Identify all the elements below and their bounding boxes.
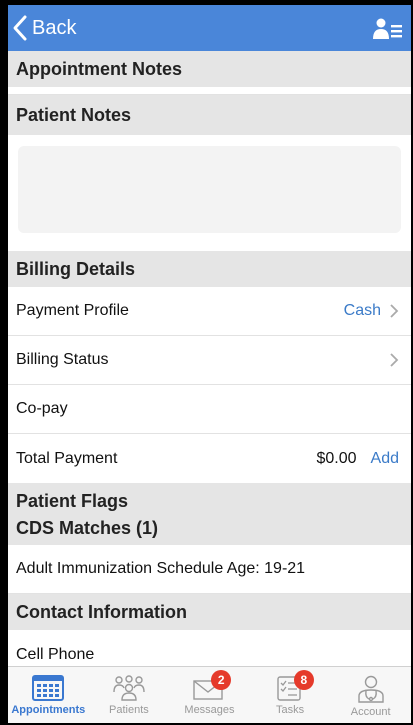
tasks-badge: 8	[293, 670, 314, 690]
appointment-notes-box[interactable]	[8, 87, 411, 95]
patient-notes-area	[8, 135, 411, 251]
total-payment-value: $0.00	[316, 449, 357, 467]
tab-label: Patients	[109, 704, 149, 716]
chevron-right-icon	[390, 304, 399, 318]
cell-phone-row[interactable]: Cell Phone	[8, 630, 411, 666]
tab-messages[interactable]: 2 Messages	[169, 667, 250, 723]
payment-profile-value: Cash	[343, 302, 381, 319]
section-cds-matches: CDS Matches (1)	[8, 515, 411, 545]
section-patient-notes: Patient Notes	[8, 95, 411, 135]
section-contact-information: Contact Information	[8, 594, 411, 630]
tab-account[interactable]: Account	[330, 667, 411, 723]
people-icon	[113, 675, 145, 701]
section-patient-flags: Patient Flags	[8, 483, 411, 515]
tab-label: Appointments	[11, 704, 86, 716]
tab-label: Tasks	[276, 704, 305, 716]
tab-appointments[interactable]: Appointments	[8, 667, 89, 723]
section-appointment-notes: Appointment Notes	[8, 51, 411, 87]
billing-status-label: Billing Status	[16, 351, 109, 368]
nav-bar: Back	[8, 5, 411, 51]
cds-match-item[interactable]: Adult Immunization Schedule Age: 19-21	[8, 545, 411, 594]
payment-profile-label: Payment Profile	[16, 302, 129, 319]
patient-notes-input[interactable]	[18, 146, 401, 233]
tab-tasks[interactable]: 8 Tasks	[250, 667, 331, 723]
back-label: Back	[32, 16, 77, 39]
messages-badge: 2	[211, 670, 232, 690]
section-billing-details: Billing Details	[8, 251, 411, 287]
add-payment-button[interactable]: Add	[371, 450, 399, 468]
calendar-icon	[32, 675, 65, 701]
chevron-right-icon	[390, 353, 399, 367]
copay-label: Co-pay	[16, 400, 68, 417]
cds-match-label: Adult Immunization Schedule Age: 19-21	[16, 560, 306, 577]
back-button[interactable]: Back	[10, 13, 76, 43]
tab-patients[interactable]: Patients	[89, 667, 170, 723]
app-screen: Back Appointment Notes Patient Notes Bil…	[8, 5, 411, 723]
detail-content[interactable]: Appointment Notes Patient Notes Billing …	[8, 51, 411, 666]
tab-label: Account	[350, 706, 391, 718]
account-icon	[357, 675, 384, 703]
total-payment-row: Total Payment $0.00 Add	[8, 434, 411, 483]
cell-phone-label: Cell Phone	[16, 645, 95, 663]
tab-label: Messages	[184, 704, 235, 716]
payment-profile-row[interactable]: Payment Profile Cash	[8, 287, 411, 336]
tab-bar: Appointments Patients 2 Messages 8 Tasks…	[8, 666, 411, 723]
billing-status-row[interactable]: Billing Status	[8, 336, 411, 385]
copay-row[interactable]: Co-pay	[8, 385, 411, 434]
person-list-icon[interactable]	[373, 17, 403, 41]
chevron-left-icon	[13, 15, 27, 41]
total-payment-label: Total Payment	[16, 449, 118, 467]
